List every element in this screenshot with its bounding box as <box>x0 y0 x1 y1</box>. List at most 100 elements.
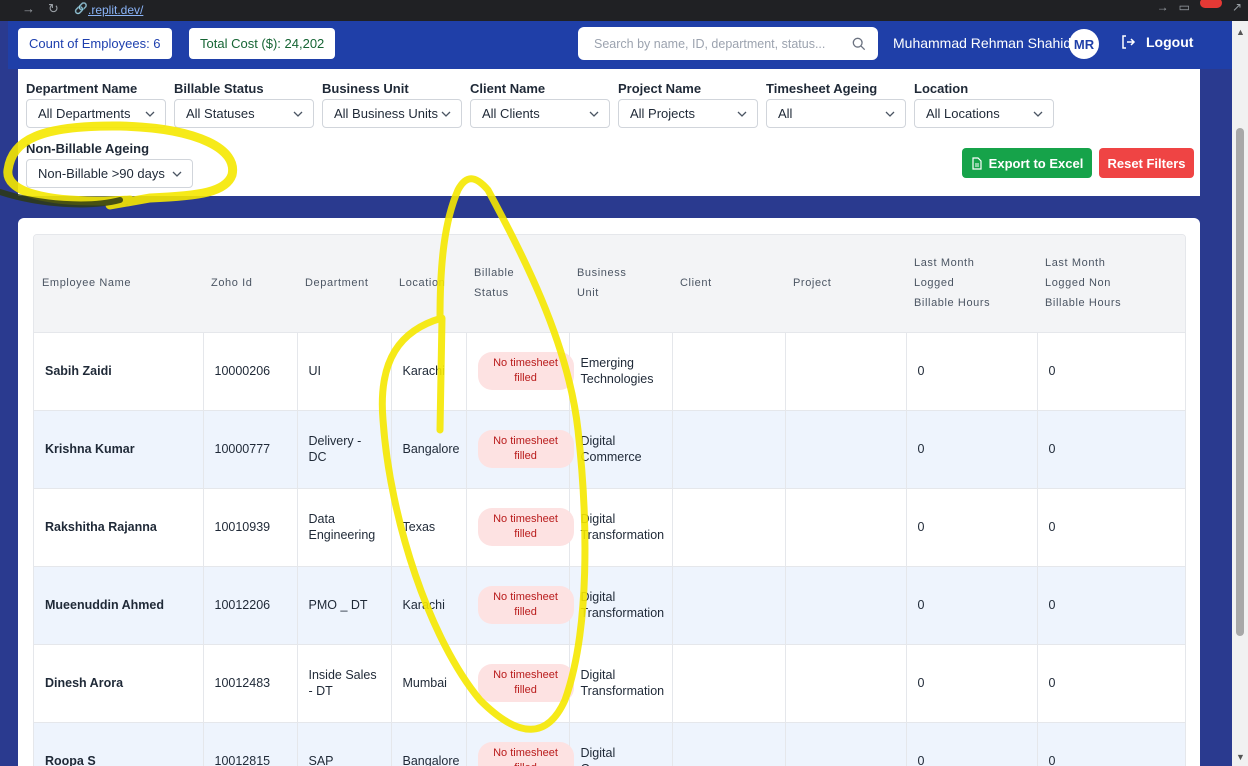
column-header-label: Zoho Id <box>211 277 253 290</box>
cell-department: Delivery - DC <box>297 410 392 489</box>
cell-status: No timesheet filled <box>466 488 574 567</box>
column-header[interactable]: Last Month Logged Billable Hours <box>906 235 1037 333</box>
logout-button[interactable]: Logout <box>1120 34 1193 50</box>
column-header[interactable]: Business Unit <box>569 235 672 333</box>
table-row[interactable]: Dinesh Arora 10012483 Inside Sales - DT Mum… <box>34 644 1185 723</box>
column-header-label: Logged Non <box>1045 277 1111 290</box>
timesheet-ageing-select[interactable]: All <box>766 99 906 128</box>
cell-business-unit: Digital Transformation <box>569 488 673 567</box>
table-row[interactable]: Rakshitha Rajanna 10010939 Data Engineerin… <box>34 488 1185 567</box>
cell-name: Krishna Kumar <box>34 410 204 489</box>
column-header-label: Last Month <box>1045 257 1106 270</box>
client-select[interactable]: All Clients <box>470 99 610 128</box>
column-header[interactable]: Billable Status <box>466 235 569 333</box>
window-icon[interactable]: ▭ <box>1179 0 1190 14</box>
table-row[interactable]: Krishna Kumar 10000777 Delivery - DC Bangal… <box>34 410 1185 489</box>
column-header[interactable]: Client <box>672 235 785 333</box>
project-select[interactable]: All Projects <box>618 99 758 128</box>
scrollbar-thumb[interactable] <box>1236 128 1244 636</box>
department-select[interactable]: All Departments <box>26 99 166 128</box>
table-card: Employee Name Zoho Id Department Location Bi… <box>18 218 1200 766</box>
chevron-down-icon <box>1033 111 1043 117</box>
cell-zoho-id: 10000777 <box>203 410 298 489</box>
address-bar[interactable]: .replit.dev/ <box>88 3 143 17</box>
browser-bar: → ↻ 🔗 .replit.dev/ → ▭ ↗ <box>0 0 1248 21</box>
filter-department: Department Name All Departments <box>26 81 166 128</box>
filter-label: Business Unit <box>322 81 409 96</box>
filter-location: Location All Locations <box>914 81 1054 128</box>
column-header[interactable]: Last Month Logged Non Billable Hours <box>1037 235 1185 333</box>
table-row[interactable]: Sabih Zaidi 10000206 UI Karachi No timesheet… <box>34 332 1185 411</box>
column-header-label: Client <box>680 277 712 290</box>
location-select[interactable]: All Locations <box>914 99 1054 128</box>
cell-non-billable-hours: 0 <box>1037 410 1185 489</box>
filter-label: Project Name <box>618 81 702 96</box>
table-container[interactable]: Employee Name Zoho Id Department Location Bi… <box>33 234 1186 766</box>
cell-department: UI <box>297 332 392 411</box>
column-header[interactable]: Employee Name <box>34 235 203 333</box>
column-header-label: Unit <box>577 287 599 300</box>
filter-business-unit: Business Unit All Business Units <box>322 81 462 128</box>
cell-billable-hours: 0 <box>906 488 1038 567</box>
search-bar[interactable] <box>578 27 878 60</box>
cell-project <box>785 488 907 567</box>
cell-non-billable-hours: 0 <box>1037 488 1185 567</box>
table-row[interactable]: Mueenuddin Ahmed 10012206 PMO _ DT Karachi N… <box>34 566 1185 645</box>
cell-zoho-id: 10012815 <box>203 722 298 766</box>
notification-badge[interactable] <box>1199 0 1222 8</box>
cell-project <box>785 410 907 489</box>
filter-non-billable-ageing: Non-Billable Ageing Non-Billable >90 day… <box>26 141 193 188</box>
reset-filters-button[interactable]: Reset Filters <box>1099 148 1194 178</box>
chevron-down-icon <box>589 111 599 117</box>
column-header-label: Billable Hours <box>1045 297 1122 310</box>
external-link-icon[interactable]: ↗ <box>1232 0 1242 14</box>
filter-client: Client Name All Clients <box>470 81 610 128</box>
user-name: Muhammad Rehman Shahid <box>893 35 1072 51</box>
cell-location: Mumbai <box>391 644 467 723</box>
cell-project <box>785 722 907 766</box>
billable-status-select[interactable]: All Statuses <box>174 99 314 128</box>
cell-zoho-id: 10012483 <box>203 644 298 723</box>
filter-label: Department Name <box>26 81 138 96</box>
cell-client <box>672 488 786 567</box>
column-header[interactable]: Department <box>297 235 391 333</box>
business-unit-select[interactable]: All Business Units <box>322 99 462 128</box>
cell-billable-hours: 0 <box>906 410 1038 489</box>
cell-business-unit: Digital Transformation <box>569 644 673 723</box>
export-excel-button[interactable]: Export to Excel <box>962 148 1092 178</box>
select-value: All Locations <box>926 106 1000 121</box>
chevron-down-icon <box>737 111 747 117</box>
cell-client <box>672 722 786 766</box>
select-value: Non-Billable >90 days <box>38 166 165 181</box>
scroll-down-icon[interactable]: ▼ <box>1236 752 1245 762</box>
avatar[interactable]: MR <box>1069 29 1099 59</box>
cell-location: Texas <box>391 488 467 567</box>
cell-client <box>672 332 786 411</box>
select-value: All Clients <box>482 106 540 121</box>
go-icon[interactable]: → <box>1157 0 1169 14</box>
column-header[interactable]: Zoho Id <box>203 235 297 333</box>
column-header-label: Billable <box>474 267 515 280</box>
cell-location: Karachi <box>391 332 467 411</box>
search-icon[interactable] <box>852 37 866 51</box>
reload-icon[interactable]: ↻ <box>48 1 59 17</box>
column-header[interactable]: Project <box>785 235 906 333</box>
cell-name: Sabih Zaidi <box>34 332 204 411</box>
table-row[interactable]: Roopa S 10012815 SAP Bangalore No timesheet … <box>34 722 1185 766</box>
column-header-label: Billable Hours <box>914 297 991 310</box>
column-header[interactable]: Location <box>391 235 466 333</box>
column-header-label: Employee Name <box>42 277 132 290</box>
filter-panel: Department Name All Departments Billable… <box>18 69 1200 196</box>
non-billable-ageing-select[interactable]: Non-Billable >90 days <box>26 159 193 188</box>
cell-name: Mueenuddin Ahmed <box>34 566 204 645</box>
search-input[interactable] <box>594 36 852 51</box>
column-header-label: Last Month <box>914 257 975 270</box>
cell-name: Roopa S <box>34 722 204 766</box>
filter-label: Non-Billable Ageing <box>26 141 150 156</box>
forward-icon[interactable]: → <box>22 1 35 16</box>
cell-business-unit: Emerging Technologies <box>569 332 673 411</box>
chevron-down-icon <box>885 111 895 117</box>
logout-icon <box>1122 35 1136 49</box>
cell-billable-hours: 0 <box>906 722 1038 766</box>
scroll-up-icon[interactable]: ▲ <box>1236 27 1245 37</box>
